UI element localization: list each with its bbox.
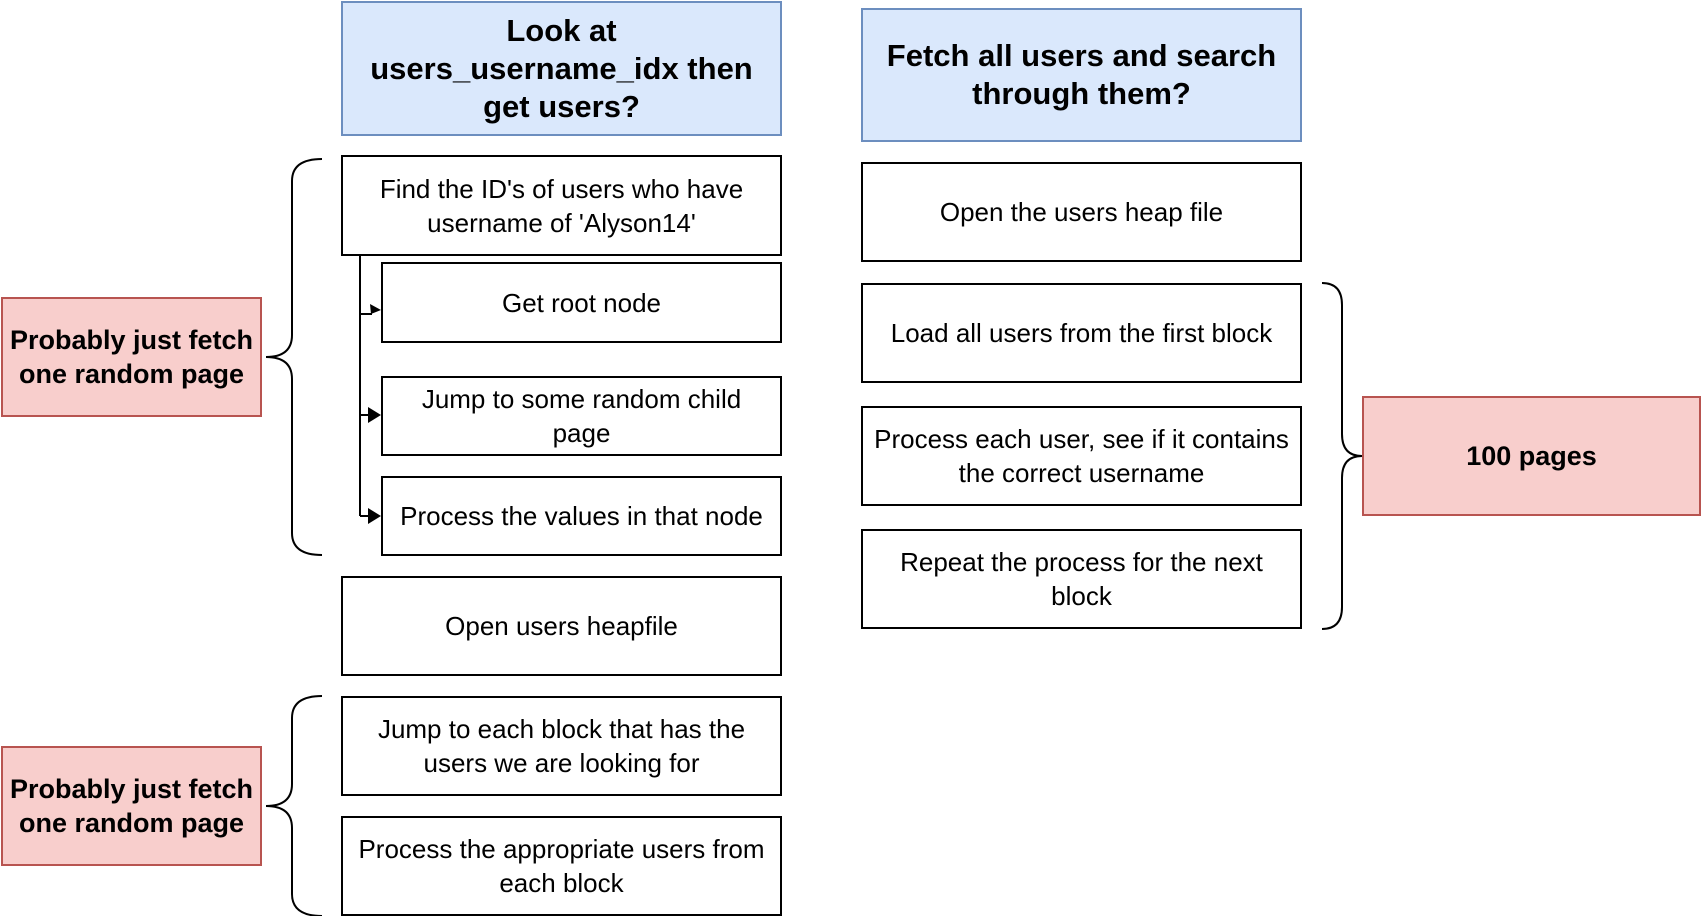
step-find-ids: Find the ID's of users who have username…: [341, 155, 782, 256]
note-index-lookup: Probably just fetch one random page: [1, 297, 262, 417]
arrow-head-child: [368, 407, 381, 423]
step-process-appropriate-users: Process the appropriate users from each …: [341, 816, 782, 916]
step-open-users-heapfile: Open users heapfile: [341, 576, 782, 676]
step-get-root-node: Get root node: [381, 262, 782, 343]
header-heap-path: Fetch all users and search through them?: [861, 8, 1302, 142]
step-jump-random-child: Jump to some random child page: [381, 376, 782, 456]
step-process-node-values: Process the values in that node: [381, 476, 782, 556]
note-heap-fetch: Probably just fetch one random page: [1, 746, 262, 866]
step-open-heap-file: Open the users heap file: [861, 162, 1302, 262]
note-full-scan: 100 pages: [1362, 396, 1701, 516]
curly-brace-index-lookup: [265, 158, 323, 556]
arrow-head-node: [368, 508, 381, 524]
step-jump-each-block: Jump to each block that has the users we…: [341, 696, 782, 796]
header-index-path: Look at users_username_idx then get user…: [341, 1, 782, 136]
curly-brace-heap-fetch: [265, 695, 323, 916]
step-process-each-user: Process each user, see if it contains th…: [861, 406, 1302, 506]
step-load-first-block: Load all users from the first block: [861, 283, 1302, 383]
arrow-head-root: [370, 304, 381, 314]
step-repeat-next-block: Repeat the process for the next block: [861, 529, 1302, 629]
curly-brace-full-scan: [1321, 282, 1363, 630]
diagram-canvas: Look at users_username_idx then get user…: [0, 0, 1702, 916]
